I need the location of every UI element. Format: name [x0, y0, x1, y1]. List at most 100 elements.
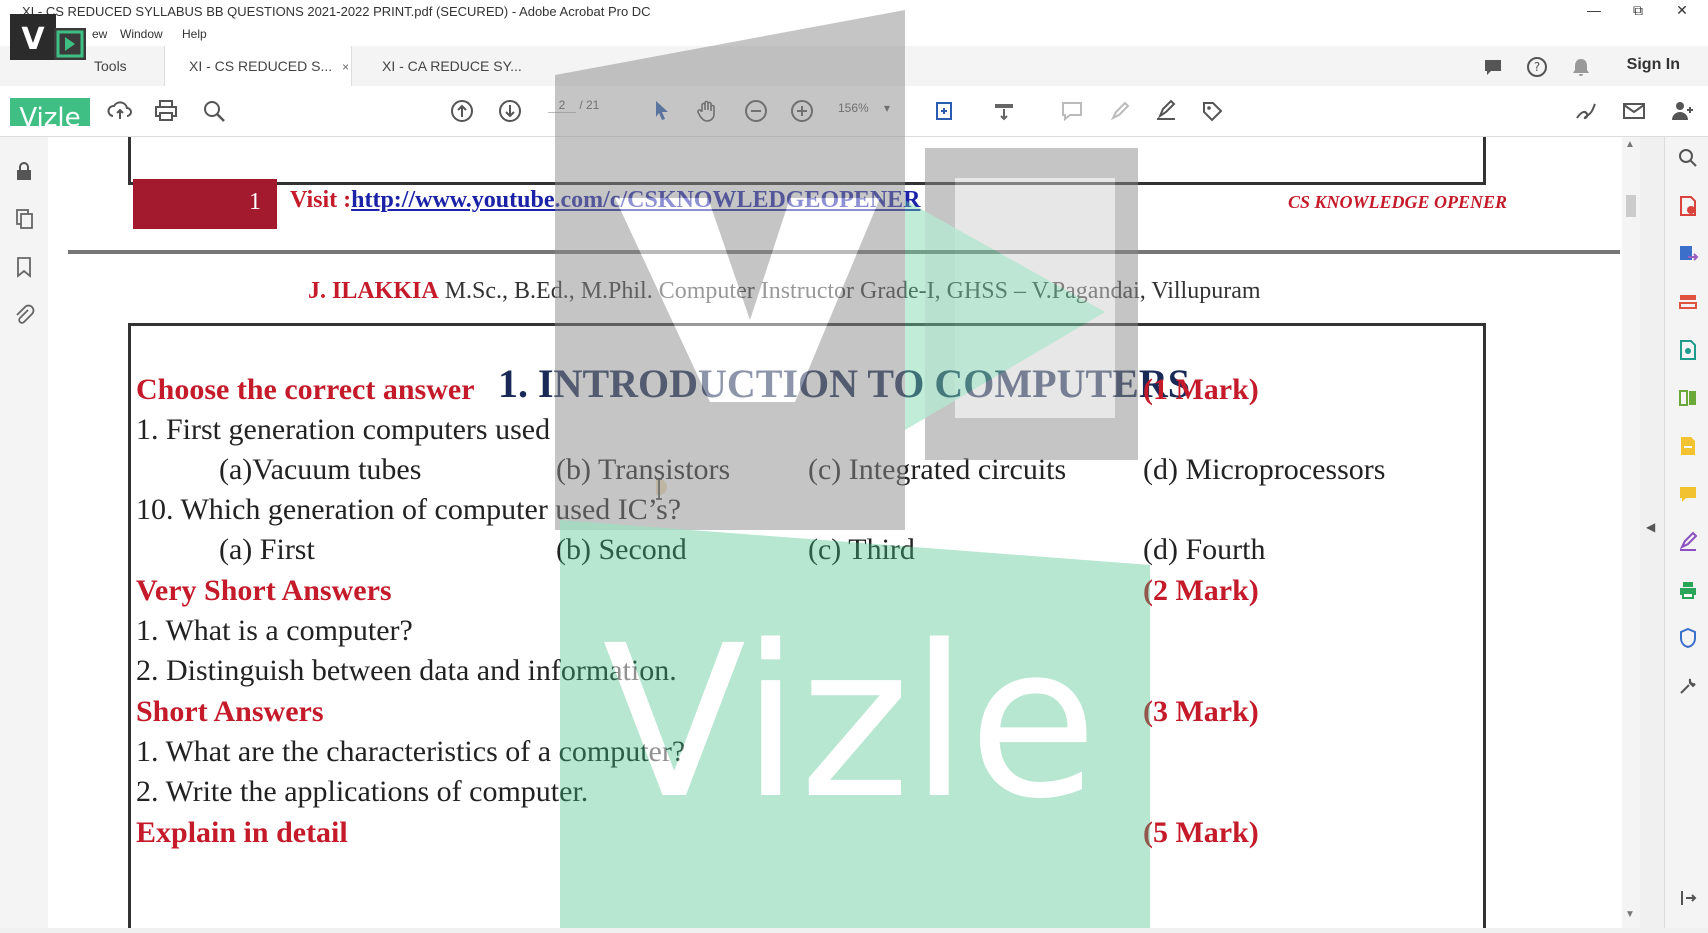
- right-tools-rail: [1664, 137, 1708, 928]
- previous-page-border: [128, 137, 1486, 185]
- zoom-in-icon[interactable]: [788, 97, 816, 125]
- collapse-right-panel-icon[interactable]: ◀: [1646, 520, 1655, 534]
- protect-shield-icon[interactable]: [1676, 627, 1700, 651]
- scroll-up-icon[interactable]: ▲: [1625, 139, 1635, 150]
- close-window-button[interactable]: ✕: [1662, 2, 1702, 19]
- next-page-icon[interactable]: [496, 97, 524, 125]
- zoom-out-icon[interactable]: [742, 97, 770, 125]
- upload-cloud-icon[interactable]: [106, 97, 134, 125]
- main-toolbar: 2 / 21 156% ▾: [0, 86, 1708, 137]
- sign-in-button[interactable]: Sign In: [1627, 56, 1680, 74]
- mcq-1-option-b: (b) Transistors: [556, 453, 731, 486]
- zoom-level-select[interactable]: 156% ▾: [838, 101, 890, 115]
- tab-close-icon[interactable]: ×: [342, 60, 349, 74]
- header-divider: [68, 250, 1620, 254]
- very-short-question-2: 2. Distinguish between data and informat…: [136, 654, 677, 687]
- scroll-down-icon[interactable]: ▼: [1625, 909, 1635, 920]
- visit-prefix: Visit :: [290, 187, 352, 213]
- window-titlebar: XI - CS REDUCED SYLLABUS BB QUESTIONS 20…: [0, 0, 1708, 24]
- print-production-icon[interactable]: [1676, 579, 1700, 603]
- organize-pages-icon[interactable]: [1676, 387, 1700, 411]
- mcq-question-1: 1. First generation computers used: [136, 413, 551, 446]
- left-navigation-rail: [0, 137, 49, 928]
- fill-and-sign-icon[interactable]: [1676, 531, 1700, 555]
- section-marks-choose: (1 Mark): [1143, 373, 1259, 406]
- lock-icon[interactable]: [12, 159, 36, 183]
- very-short-question-1: 1. What is a computer?: [136, 614, 413, 647]
- menu-help[interactable]: Help: [182, 27, 207, 41]
- page-number-text: 1: [249, 189, 261, 215]
- help-icon[interactable]: ?: [1526, 56, 1548, 78]
- section-title-short: Short Answers: [136, 695, 324, 728]
- attachment-icon[interactable]: [12, 303, 36, 327]
- search-icon[interactable]: [200, 97, 228, 125]
- email-icon[interactable]: [1620, 97, 1648, 125]
- maximize-button[interactable]: ⧉: [1618, 2, 1658, 19]
- page-thumbnails-icon[interactable]: [12, 207, 36, 231]
- minimize-button[interactable]: —: [1574, 2, 1614, 18]
- short-question-2: 2. Write the applications of computer.: [136, 775, 589, 808]
- edit-pdf-icon[interactable]: [1676, 291, 1700, 315]
- section-marks-very-short: (2 Mark): [1143, 574, 1259, 607]
- tab-bar: Tools XI - CS REDUCED S... × XI - CA REDU…: [0, 46, 1708, 87]
- mcq-10-option-d: (d) Fourth: [1143, 533, 1266, 566]
- share-tag-icon[interactable]: [1198, 97, 1226, 125]
- bookmark-icon[interactable]: [12, 255, 36, 279]
- section-marks-short: (3 Mark): [1143, 695, 1259, 728]
- menu-view[interactable]: ew: [92, 27, 107, 41]
- scan-document-icon[interactable]: [1676, 435, 1700, 459]
- document-viewport: 1 Visit :http://www.youtube.com/c/CSKNOW…: [48, 137, 1622, 928]
- mcq-1-option-c: (c) Integrated circuits: [808, 453, 1067, 486]
- fill-sign-icon[interactable]: [1152, 97, 1180, 125]
- export-pdf-icon[interactable]: [1676, 243, 1700, 267]
- window-title: XI - CS REDUCED SYLLABUS BB QUESTIONS 20…: [22, 4, 651, 19]
- page-number-tag: 1: [133, 179, 277, 229]
- combine-files-icon[interactable]: [1676, 339, 1700, 363]
- previous-page-icon[interactable]: [448, 97, 476, 125]
- scroll-mode-icon[interactable]: [990, 97, 1018, 125]
- create-pdf-icon[interactable]: [1676, 195, 1700, 219]
- section-title-very-short: Very Short Answers: [136, 574, 392, 607]
- section-marks-explain: (5 Mark): [1143, 816, 1259, 849]
- zoom-level-value: 156%: [838, 101, 869, 115]
- short-question-1: 1. What are the characteristics of a com…: [136, 735, 686, 768]
- menu-window[interactable]: Window: [120, 27, 163, 41]
- add-comment-icon[interactable]: [1058, 97, 1086, 125]
- comment-icon[interactable]: [1482, 56, 1504, 78]
- scroll-thumb[interactable]: [1626, 195, 1636, 217]
- comment-tool-icon[interactable]: [1676, 483, 1700, 507]
- author-details: M.Sc., B.Ed., M.Phil. Computer Instructo…: [444, 278, 1261, 304]
- fit-page-icon[interactable]: [932, 97, 960, 125]
- select-pointer-icon[interactable]: [648, 97, 676, 125]
- tab-document-1[interactable]: XI - CS REDUCED S... ×: [164, 46, 352, 86]
- more-tools-icon[interactable]: [1676, 675, 1700, 699]
- svg-text:?: ?: [1534, 60, 1540, 74]
- vertical-scrollbar[interactable]: ▲ ▼: [1622, 137, 1640, 928]
- mcq-10-option-a: (a) First: [219, 533, 315, 566]
- menu-bar: ew Window Help: [0, 24, 1708, 46]
- page-total: / 21: [579, 98, 600, 112]
- section-title-explain: Explain in detail: [136, 816, 348, 849]
- tab-tools[interactable]: Tools: [94, 46, 127, 86]
- page-navigator: 2 / 21: [548, 98, 599, 113]
- notification-bell-icon[interactable]: [1570, 56, 1592, 78]
- highlight-pen-icon[interactable]: [1106, 97, 1134, 125]
- collapse-tools-icon[interactable]: [1676, 887, 1700, 911]
- mcq-question-10: 10. Which generation of computer used IC…: [136, 493, 682, 526]
- print-icon[interactable]: [152, 97, 180, 125]
- page-number-input[interactable]: 2: [548, 98, 576, 113]
- add-user-icon[interactable]: [1668, 97, 1696, 125]
- mcq-10-option-b: (b) Second: [556, 533, 687, 566]
- tab-document-2[interactable]: XI - CA REDUCE SY...: [382, 46, 522, 86]
- sign-document-icon[interactable]: [1572, 97, 1600, 125]
- mcq-10-option-c: (c) Third: [808, 533, 915, 566]
- zoom-search-icon[interactable]: [1676, 147, 1700, 171]
- chapter-title: 1. INTRODUCTION TO COMPUTERS: [498, 361, 1190, 406]
- youtube-link[interactable]: http://www.youtube.com/c/CSKNOWLEDGEOPEN…: [351, 187, 920, 213]
- hand-tool-icon[interactable]: [694, 97, 722, 125]
- channel-name: CS KNOWLEDGE OPENER: [1288, 192, 1508, 212]
- section-title-choose: Choose the correct answer: [136, 373, 475, 406]
- chevron-down-icon: ▾: [884, 101, 891, 115]
- author-name: J. ILAKKIA: [308, 278, 439, 304]
- visit-line: Visit :http://www.youtube.com/c/CSKNOWLE…: [290, 187, 921, 214]
